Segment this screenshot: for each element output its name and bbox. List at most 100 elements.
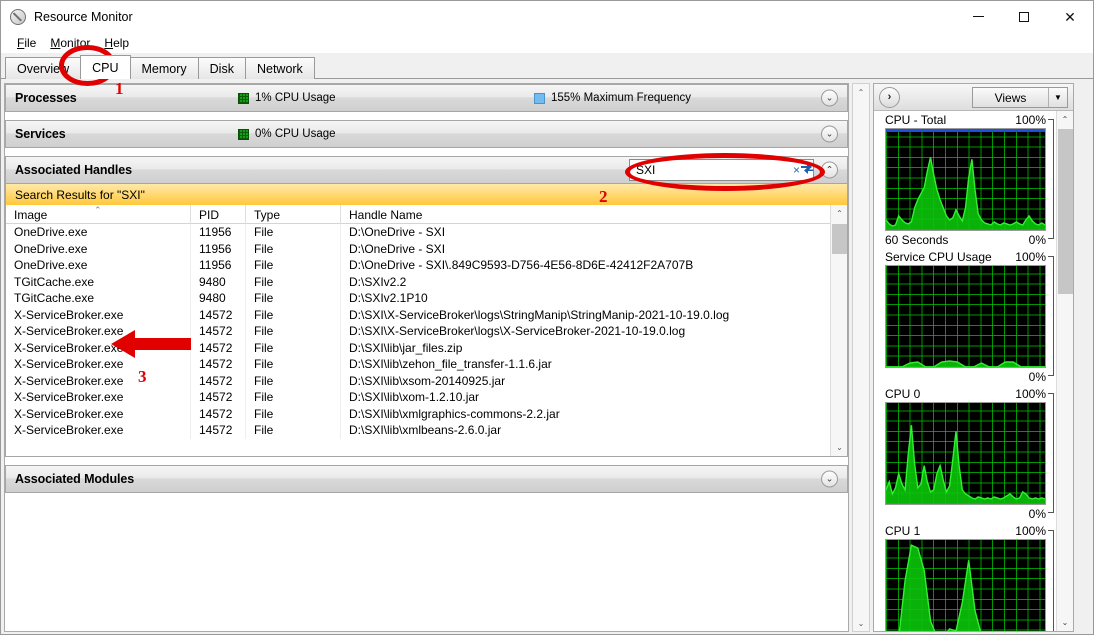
associated-handles-chevron-up-icon[interactable]: ⌃ <box>821 161 838 179</box>
maximize-button[interactable] <box>1001 1 1047 32</box>
graph-block-3: CPU 1 100% <box>874 522 1057 631</box>
sidebar-scroll-down-button[interactable]: ⌄ <box>1057 614 1073 631</box>
cell-pid: 14572 <box>191 323 246 340</box>
blue-swatch-icon <box>534 92 545 104</box>
processes-chevron-down-icon[interactable]: ⌄ <box>821 89 838 107</box>
content-scroll-down-button[interactable]: ⌄ <box>853 615 869 631</box>
handles-table-header-row: Image PID Type Handle Name ⌃ <box>6 205 847 224</box>
cell-image: TGitCache.exe <box>6 273 191 290</box>
column-header-type[interactable]: Type <box>246 205 341 224</box>
refresh-search-icon[interactable] <box>800 162 815 178</box>
table-row[interactable]: X-ServiceBroker.exe 14572 File D:\SXI\lib\j… <box>6 339 847 356</box>
cell-image: X-ServiceBroker.exe <box>6 372 191 389</box>
minimize-icon <box>972 16 984 17</box>
menu-bar: File Monitor Help <box>1 32 1093 53</box>
sidebar-scroll-up-button[interactable]: ⌃ <box>1057 111 1073 128</box>
processes-max-frequency-label: 155% Maximum Frequency <box>551 92 691 104</box>
cell-image: X-ServiceBroker.exe <box>6 422 191 439</box>
menu-file[interactable]: File <box>10 34 43 52</box>
graph-max-label: 100% <box>1015 112 1046 127</box>
graph-bottom-labels: 0% <box>885 505 1046 522</box>
sidebar-scrollbar[interactable]: ⌃ ⌄ <box>1056 111 1073 631</box>
views-button[interactable]: Views ▼ <box>972 87 1068 108</box>
resource-monitor-window: Resource Monitor ✕ File Monitor Help Ove… <box>0 0 1094 635</box>
services-panel-header[interactable]: Services 0% CPU Usage ⌄ <box>5 120 848 148</box>
services-panel: Services 0% CPU Usage ⌄ <box>5 120 848 149</box>
tab-cpu[interactable]: CPU <box>80 55 131 79</box>
table-row[interactable]: TGitCache.exe 9480 File D:\SXIv2.2 <box>6 273 847 290</box>
close-button[interactable]: ✕ <box>1047 1 1093 32</box>
table-row[interactable]: OneDrive.exe 11956 File D:\OneDrive - SXI\.… <box>6 257 847 274</box>
cell-handle-name: D:\SXI\X-ServiceBroker\logs\X-ServiceBro… <box>349 324 686 339</box>
column-header-pid[interactable]: PID <box>191 205 246 224</box>
maximize-icon <box>1019 11 1029 22</box>
scroll-up-button[interactable]: ⌃ <box>831 205 847 222</box>
processes-panel-header[interactable]: Processes 1% CPU Usage 155% Maximum Freq… <box>5 84 848 112</box>
table-row[interactable]: TGitCache.exe 9480 File D:\SXIv2.1P10 <box>6 290 847 307</box>
associated-handles-panel-header[interactable]: Associated Handles × ⌃ <box>5 156 848 184</box>
cell-pid: 9480 <box>191 273 246 290</box>
tab-memory[interactable]: Memory <box>129 57 199 79</box>
graph-max-label: 100% <box>1015 249 1046 264</box>
content-scroll-up-button[interactable]: ⌃ <box>853 84 869 100</box>
processes-max-frequency-stat: 155% Maximum Frequency <box>534 92 691 104</box>
graph-min-label: 0% <box>1028 369 1046 384</box>
graph-min-label: 0% <box>1028 506 1046 521</box>
graph-title: CPU 1 <box>885 523 921 538</box>
processes-title: Processes <box>15 91 77 105</box>
cell-handle-name: D:\OneDrive - SXI <box>349 241 446 256</box>
cell-type: File <box>246 323 341 340</box>
cell-image: TGitCache.exe <box>6 290 191 307</box>
graph-bottom-labels: 0% <box>885 368 1046 385</box>
table-row[interactable]: X-ServiceBroker.exe 14572 File D:\SXI\X-Ser… <box>6 323 847 340</box>
scroll-down-button[interactable]: ⌄ <box>831 439 847 456</box>
table-row[interactable]: X-ServiceBroker.exe 14572 File D:\SXI\lib\x… <box>6 372 847 389</box>
tab-disk[interactable]: Disk <box>197 57 246 79</box>
cell-image: X-ServiceBroker.exe <box>6 339 191 356</box>
graph-top-labels: Service CPU Usage 100% <box>885 248 1046 265</box>
table-row[interactable]: X-ServiceBroker.exe 14572 File D:\SXI\X-Ser… <box>6 306 847 323</box>
handles-search-box[interactable]: × <box>629 159 814 181</box>
graph-series <box>898 544 982 631</box>
graph-title: CPU 0 <box>885 386 921 401</box>
minimize-button[interactable] <box>955 1 1001 32</box>
handles-table-scrollbar[interactable]: ⌃ ⌄ <box>830 205 847 456</box>
graph-range-bracket <box>1048 256 1054 376</box>
graph-top-labels: CPU 1 100% <box>885 522 1046 539</box>
cell-type: File <box>246 372 341 389</box>
services-chevron-down-icon[interactable]: ⌄ <box>821 125 838 143</box>
menu-monitor[interactable]: Monitor <box>43 34 97 52</box>
associated-modules-chevron-down-icon[interactable]: ⌄ <box>821 470 838 488</box>
cell-handle-name: D:\SXI\lib\xmlgraphics-commons-2.2.jar <box>349 406 560 421</box>
cell-type: File <box>246 290 341 307</box>
scrollbar-thumb[interactable] <box>832 224 847 254</box>
clear-search-icon[interactable]: × <box>793 163 800 177</box>
cell-pid: 14572 <box>191 372 246 389</box>
table-row[interactable]: X-ServiceBroker.exe 14572 File D:\SXI\lib\z… <box>6 356 847 373</box>
table-row[interactable]: OneDrive.exe 11956 File D:\OneDrive - SXI <box>6 240 847 257</box>
handles-table-body: OneDrive.exe 11956 File D:\OneDrive - SXI On… <box>6 224 847 439</box>
associated-modules-panel-header[interactable]: Associated Modules ⌄ <box>5 465 848 493</box>
content-vertical-scrollbar[interactable]: ⌃ ⌄ <box>852 83 870 632</box>
graph-top-labels: CPU - Total 100% <box>885 111 1046 128</box>
expand-sidebar-icon[interactable]: › <box>879 86 900 108</box>
table-row[interactable]: OneDrive.exe 11956 File D:\OneDrive - SXI <box>6 224 847 241</box>
cell-pid: 14572 <box>191 389 246 406</box>
window-controls: ✕ <box>955 1 1093 32</box>
cell-image: X-ServiceBroker.exe <box>6 323 191 340</box>
cell-image: OneDrive.exe <box>6 240 191 257</box>
handles-search-input[interactable] <box>630 160 793 180</box>
refresh-arrows-icon <box>801 163 814 174</box>
tab-overview[interactable]: Overview <box>5 57 82 79</box>
column-header-handle-name[interactable]: Handle Name <box>341 205 821 224</box>
table-row[interactable]: X-ServiceBroker.exe 14572 File D:\SXI\lib\x… <box>6 389 847 406</box>
menu-help[interactable]: Help <box>97 34 136 52</box>
tab-network[interactable]: Network <box>244 57 315 79</box>
cell-type: File <box>246 273 341 290</box>
graph-x-label: 60 Seconds <box>885 232 949 247</box>
associated-handles-title: Associated Handles <box>15 163 132 177</box>
sidebar-scrollbar-thumb[interactable] <box>1058 129 1073 294</box>
table-row[interactable]: X-ServiceBroker.exe 14572 File D:\SXI\lib\x… <box>6 405 847 422</box>
table-row[interactable]: X-ServiceBroker.exe 14572 File D:\SXI\lib\x… <box>6 422 847 439</box>
graph-sidebar: › Views ▼ CPU - Total 100% 60 Seconds 0% Ser… <box>873 83 1074 632</box>
